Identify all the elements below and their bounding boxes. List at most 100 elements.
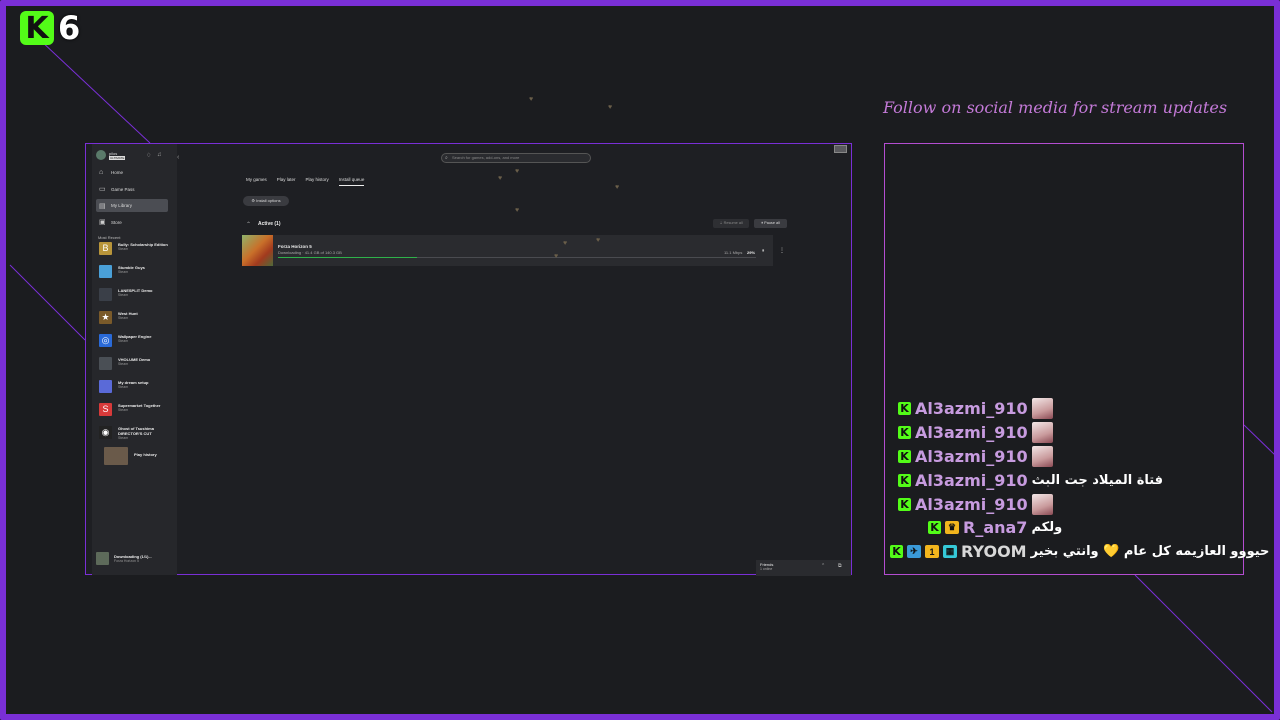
window-button[interactable] [834,145,847,153]
recent-game-item[interactable]: VHOLUME Demo Steam [99,357,175,377]
sidebar-item-label: Game Pass [111,186,135,192]
kick-badge-icon: K [928,521,941,534]
friends-online: 1 online [760,567,773,571]
recent-game-item[interactable]: ◎ Wallpaper Engine Steam [99,334,175,354]
game-source: Steam [118,436,129,440]
avatar[interactable] [96,150,106,160]
more-options-icon[interactable]: ⋮ [779,247,785,254]
chat-emote [1031,446,1053,467]
chat-message: K ♛ R_ana7 ولكم [928,518,1062,537]
chat-emote [1031,422,1053,443]
sidebar-item-label: Home [111,170,124,175]
heart-icon: ♥ [563,240,568,247]
collapse-sidebar-icon[interactable]: ‹ [177,154,179,161]
chat-emote [1031,494,1053,515]
kick-logo: K 6 [20,9,80,47]
download-speed: 11.1 Mbps [724,250,743,255]
recent-game-item[interactable]: ◉ Ghost of Tsushima DIRECTOR'S CUT Steam [99,426,175,446]
chat-username[interactable]: Al3azmi_910 [915,399,1028,418]
game-thumbnail [99,288,112,301]
progress-fill [278,257,417,258]
game-source: Steam [118,293,129,297]
downloading-game: Forza Horizon 5 [114,558,139,563]
search-input[interactable]: ⌕ Search for games, add-ons, and more [441,153,591,163]
heart-icon: ♥ [515,168,520,175]
game-thumbnail [99,265,112,278]
xbox-app-window: pilos ULTIMATE ♢ ♫ ⌂ Home ▭ Game Pass ▤ My Li… [85,143,852,576]
forza-horizon-thumbnail [242,235,273,266]
sub-badge-icon: ✈ [907,545,921,558]
chat-username[interactable]: Al3azmi_910 [915,447,1028,466]
tab-install-queue[interactable]: Install queue [338,177,365,186]
trophy-icon[interactable]: ♢ [146,152,151,159]
resume-all-button[interactable]: ⇣ Resume all [713,219,749,228]
game-name: Ghost of Tsushima DIRECTOR'S CUT [118,426,154,436]
downloading-label: Downloading (1/1)... [114,553,152,559]
pause-all-label: Pause all [764,221,780,225]
install-options-button[interactable]: ⚙ Install options [243,196,289,206]
sidebar-item-my-library[interactable]: ▤ My Library [96,199,168,212]
chat-message: K ✈ 1 ▦ RYOOM حيووو العازيمه كل عام 💛 وانتي ب… [890,542,1269,561]
chat-message: K Al3azmi_910 [898,494,1053,515]
chat-username[interactable]: Al3azmi_910 [915,495,1028,514]
install-options-label: Install options [256,198,281,203]
chat-username[interactable]: Al3azmi_910 [915,423,1028,442]
chat-message: K Al3azmi_910 [898,422,1053,443]
bell-icon[interactable]: ♫ [157,152,162,158]
og-badge-icon: ▦ [943,545,957,558]
game-source: Steam [118,247,129,251]
crown-badge-icon: ♛ [945,521,959,534]
heart-icon: ♥ [608,104,613,111]
sidebar-item-home[interactable]: ⌂ Home [96,166,168,179]
friends-panel[interactable]: Friends 1 online ⌃ ⧉ [756,560,851,576]
pause-icon[interactable]: ⏸ [762,248,765,254]
tab-play-history[interactable]: Play history [306,177,329,186]
chat-username[interactable]: R_ana7 [963,518,1027,537]
game-source: Steam [118,339,129,343]
resume-all-label: Resume all [723,221,743,225]
recent-game-item[interactable]: ★ West Hunt Steam [99,311,175,331]
progress-bar [278,257,756,258]
recent-game-item[interactable]: S Supermarket Together Steam [99,403,175,423]
recent-game-item[interactable]: Stumble Guys Steam [99,265,175,285]
download-name: Forza Horizon 5 [278,244,312,249]
recent-game-item[interactable]: LANESPLIT Demo Steam [99,288,175,308]
game-thumbnail: S [99,403,112,416]
tab-play-later[interactable]: Play later [277,177,296,186]
home-icon: ⌂ [99,169,104,176]
heart-icon: ♥ [554,253,559,260]
chat-username[interactable]: Al3azmi_910 [915,471,1028,490]
kick-badge-icon: K [898,402,911,415]
kick-k-icon: K [20,11,54,46]
game-thumbnail [104,447,128,465]
game-thumbnail: ★ [99,311,112,324]
game-name: Play history [134,452,157,457]
recent-game-item[interactable]: My dream setup Steam [99,380,175,400]
tab-my-games[interactable]: My games [246,177,267,186]
chat-text: فتاة الميلاد جت البث [1031,473,1164,488]
most-recent-label: Most Recent [98,235,121,240]
kick-badge-icon: K [898,498,911,511]
heart-icon: ♥ [596,237,601,244]
recent-game-item[interactable]: Play history [104,447,180,467]
sidebar-item-game-pass[interactable]: ▭ Game Pass [96,183,168,196]
chevron-up-icon[interactable]: ⌃ [821,564,825,569]
sidebar: pilos ULTIMATE ♢ ♫ ⌂ Home ▭ Game Pass ▤ My Li… [92,144,177,575]
chat-text: حيووو العازيمه كل عام 💛 وانتي بخير [1030,544,1270,559]
follow-banner: Follow on social media for stream update… [882,98,1228,117]
chat-message: K Al3azmi_910 [898,398,1053,419]
heart-icon: ♥ [498,175,503,182]
download-item[interactable]: Forza Horizon 5 Downloading · 41.4 GB of… [242,235,773,266]
download-percent: 29% [747,250,756,255]
popout-icon[interactable]: ⧉ [838,564,842,569]
sidebar-item-store[interactable]: ▣ Store [96,216,168,229]
downloading-status[interactable]: Downloading (1/1)... Forza Horizon 5 [96,552,152,565]
game-thumbnail: ◎ [99,334,112,347]
chevron-up-icon[interactable]: ⌃ [246,221,251,228]
profile[interactable]: pilos ULTIMATE [96,150,126,160]
recent-game-item[interactable]: B Bully: Scholarship Edition Steam [99,242,175,262]
pause-all-button[interactable]: ⏸ Pause all [754,219,787,228]
chat-username[interactable]: RYOOM [961,542,1027,561]
chat-text: ولكم [1031,520,1063,535]
kick-badge-icon: K [898,474,911,487]
